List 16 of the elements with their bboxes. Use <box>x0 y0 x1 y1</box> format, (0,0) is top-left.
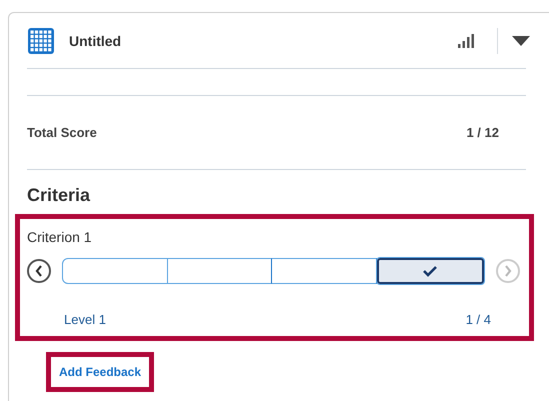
level-name: Level 1 <box>64 311 106 329</box>
signal-bars-icon[interactable] <box>457 33 475 49</box>
checkmark-icon <box>422 265 438 277</box>
rubric-title: Untitled <box>69 32 122 50</box>
total-score-label: Total Score <box>27 124 97 142</box>
level-position: 1 / 4 <box>466 311 491 329</box>
previous-button[interactable] <box>27 259 51 283</box>
criteria-heading: Criteria <box>27 184 92 206</box>
grid-icon <box>27 27 55 55</box>
level-segment[interactable] <box>376 258 484 284</box>
criterion-name: Criterion 1 <box>27 228 93 247</box>
total-score-value: 1 / 12 <box>466 124 499 142</box>
add-feedback-link[interactable]: Add Feedback <box>46 352 154 392</box>
dropdown-caret-icon[interactable] <box>512 36 530 46</box>
chevron-left-icon <box>35 265 43 277</box>
chevron-right-icon <box>504 265 512 277</box>
